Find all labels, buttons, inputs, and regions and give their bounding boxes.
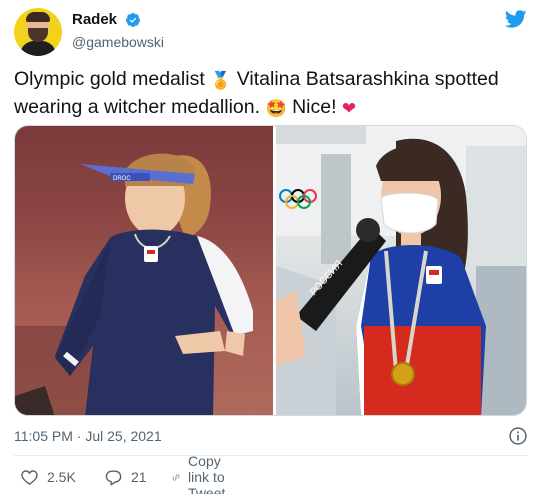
like-count: 2.5K [47,469,76,485]
reply-button[interactable]: 21 [104,466,147,488]
heart-emoji: ❤ [341,99,357,118]
tweet-text-part: Nice! [292,96,337,118]
tweet-text-part: Vitalina Batsarashkina spotted [236,68,499,90]
link-icon [172,473,180,481]
interview-illustration: РОССИЯ [276,126,526,415]
avatar[interactable] [14,8,62,56]
cap-brand-label: DROC [113,176,131,182]
info-icon[interactable] [508,426,528,446]
like-button[interactable]: 2.5K [20,466,76,488]
tweet-time: 11:05 PM [14,428,73,444]
tweet-header: Radek @gamebowski [14,8,528,56]
tweet-text: Olympic gold medalist 🏅 Vitalina Batsara… [14,66,526,122]
meta-separator: · [76,428,82,444]
user-handle[interactable]: @gamebowski [72,34,164,50]
tweet-text-part: wearing a witcher medallion. [14,96,261,118]
display-name[interactable]: Radek [72,11,117,28]
verified-badge-icon [126,12,141,27]
copy-link-label: Copy link to Tweet [188,453,226,494]
photo-athlete-shooting[interactable]: DROC [15,126,273,415]
reply-bubble-icon [105,469,122,485]
medal-emoji: 🏅 [210,71,232,90]
athlete-illustration: DROC [15,153,253,415]
tweet-text-part: Olympic gold medalist [14,68,205,90]
copy-link-button[interactable]: Copy link to Tweet [172,453,236,494]
tweet-date: Jul 25, 2021 [85,428,162,444]
tweet-timestamp[interactable]: 11:05 PM · Jul 25, 2021 [14,428,162,444]
author-names: Radek @gamebowski [72,11,164,50]
media-grid: DROC РОССИЯ [14,125,527,416]
twitter-bird-icon[interactable] [504,8,528,30]
photo-athlete-interview[interactable]: РОССИЯ [276,126,526,415]
reply-count: 21 [131,469,147,485]
divider [14,455,528,456]
tweet-card: Radek @gamebowski Olympic gold medalist … [0,0,540,494]
star-struck-emoji: 🤩 [265,99,287,118]
heart-icon [21,469,38,485]
